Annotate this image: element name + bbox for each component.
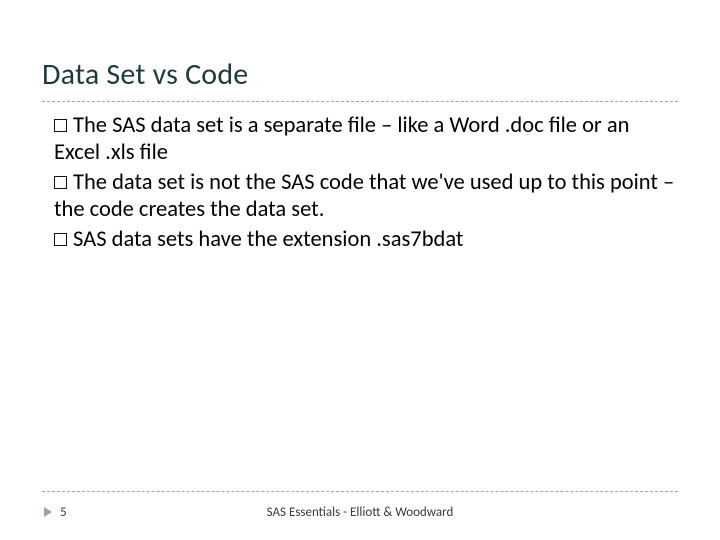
slide-footer: 5 SAS Essentials - Elliott & Woodward (0, 496, 720, 520)
bullet-marker-icon (54, 233, 67, 246)
slide: Data Set vs Code The SAS data set is a s… (0, 0, 720, 540)
footer-text: SAS Essentials - Elliott & Woodward (0, 505, 720, 520)
bullet-marker-icon (54, 119, 67, 132)
bullet-item: SAS data sets have the extension .sas7bd… (54, 226, 678, 253)
bullet-item: The data set is not the SAS code that we… (54, 169, 678, 224)
slide-body: The SAS data set is a separate file – li… (0, 102, 720, 253)
bullet-text: The data set is not the SAS code that we… (54, 169, 674, 223)
footer-divider (42, 491, 678, 492)
slide-title: Data Set vs Code (0, 0, 720, 99)
bullet-text: SAS data sets have the extension .sas7bd… (73, 226, 463, 253)
bullet-marker-icon (54, 176, 67, 189)
bullet-item: The SAS data set is a separate file – li… (54, 112, 678, 167)
bullet-text: The SAS data set is a separate file – li… (54, 112, 629, 166)
